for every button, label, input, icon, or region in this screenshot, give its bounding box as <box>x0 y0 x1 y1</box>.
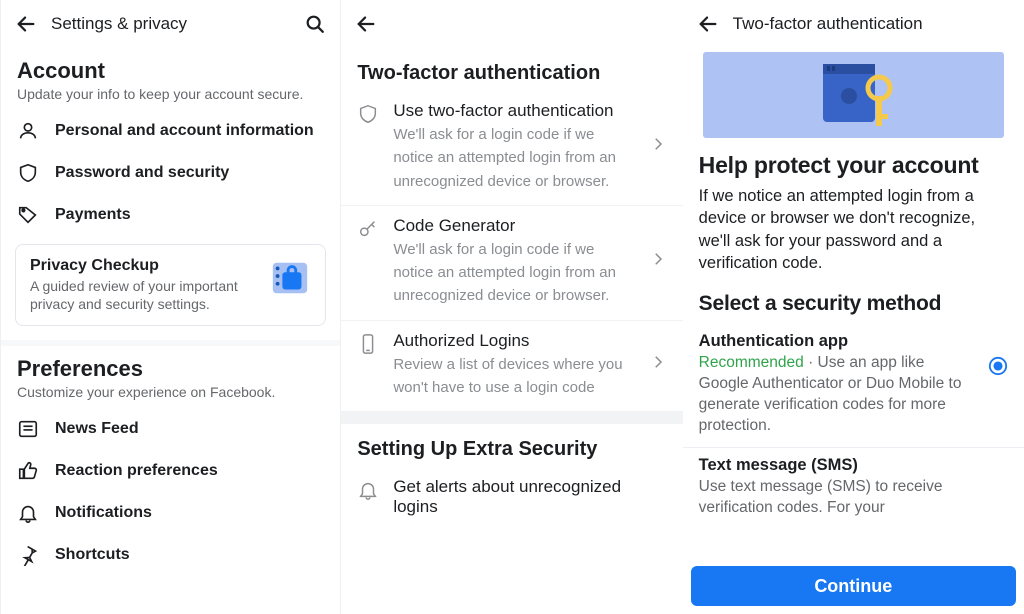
page-title: Settings & privacy <box>51 14 290 34</box>
sep: · <box>804 354 818 371</box>
method-sms[interactable]: Text message (SMS) Use text message (SMS… <box>683 448 1024 529</box>
row-reaction-preferences[interactable]: Reaction preferences <box>1 450 340 492</box>
account-subtext: Update your info to keep your account se… <box>1 86 340 110</box>
item-sub: Review a list of devices where you won't… <box>393 353 634 400</box>
back-icon[interactable] <box>15 13 37 35</box>
header <box>341 0 682 48</box>
feed-icon <box>17 418 39 440</box>
method-sub: Use text message (SMS) to receive verifi… <box>699 477 1008 519</box>
person-icon <box>17 120 39 142</box>
row-password-security[interactable]: Password and security <box>1 152 340 194</box>
security-panel: Two-factor authentication Use two-factor… <box>341 0 682 614</box>
row-get-alerts[interactable]: Get alerts about unrecognized logins <box>341 467 682 531</box>
back-icon[interactable] <box>355 13 377 35</box>
row-label: Payments <box>55 206 131 224</box>
account-heading-text: Account <box>17 58 324 84</box>
search-icon[interactable] <box>304 13 326 35</box>
card-sub: A guided review of your important privac… <box>30 277 255 313</box>
bell-icon <box>357 479 379 501</box>
privacy-checkup-card[interactable]: Privacy Checkup A guided review of your … <box>15 244 326 326</box>
tag-icon <box>17 204 39 226</box>
item-sub: We'll ask for a login code if we notice … <box>393 238 634 308</box>
headline: Help protect your account <box>683 138 1024 185</box>
chevron-right-icon <box>649 135 667 158</box>
method-title: Text message (SMS) <box>699 456 1008 475</box>
header: Settings & privacy <box>1 0 340 48</box>
lock-card-icon <box>269 257 311 299</box>
row-label: Personal and account information <box>55 122 314 140</box>
row-payments[interactable]: Payments <box>1 194 340 236</box>
description: If we notice an attempted login from a d… <box>683 185 1024 284</box>
item-title: Use two-factor authentication <box>393 101 634 121</box>
settings-panel: Settings & privacy Account Update your i… <box>0 0 341 614</box>
preferences-heading: Preferences <box>1 346 340 384</box>
section-divider <box>341 412 682 424</box>
bell-icon <box>17 502 39 524</box>
row-personal-info[interactable]: Personal and account information <box>1 110 340 152</box>
item-title: Code Generator <box>393 216 634 236</box>
radio-selected-icon[interactable] <box>988 356 1008 376</box>
hero-illustration <box>703 52 1004 138</box>
row-label: Reaction preferences <box>55 462 218 480</box>
shield-icon <box>17 162 39 184</box>
key-icon <box>357 218 379 240</box>
preferences-subtext: Customize your experience on Facebook. <box>1 384 340 408</box>
section-2fa-heading: Two-factor authentication <box>341 48 682 91</box>
card-title: Privacy Checkup <box>30 257 255 275</box>
header: Two-factor authentication <box>683 0 1024 48</box>
method-sub: Recommended · Use an app like Google Aut… <box>699 353 976 437</box>
preferences-heading-text: Preferences <box>17 356 324 382</box>
back-icon[interactable] <box>697 13 719 35</box>
thumb-icon <box>17 460 39 482</box>
method-title: Authentication app <box>699 332 976 351</box>
phone-icon <box>357 333 379 355</box>
row-label: Shortcuts <box>55 546 130 564</box>
row-code-generator[interactable]: Code Generator We'll ask for a login cod… <box>341 206 682 321</box>
item-sub: We'll ask for a login code if we notice … <box>393 123 634 193</box>
method-auth-app[interactable]: Authentication app Recommended · Use an … <box>683 324 1024 448</box>
row-use-2fa[interactable]: Use two-factor authentication We'll ask … <box>341 91 682 206</box>
row-label: Password and security <box>55 164 229 182</box>
item-title: Authorized Logins <box>393 331 634 351</box>
row-news-feed[interactable]: News Feed <box>1 408 340 450</box>
continue-button[interactable]: Continue <box>691 566 1016 606</box>
row-label: News Feed <box>55 420 139 438</box>
pin-icon <box>17 544 39 566</box>
recommended-label: Recommended <box>699 354 804 371</box>
row-label: Notifications <box>55 504 152 522</box>
chevron-right-icon <box>649 353 667 376</box>
row-authorized-logins[interactable]: Authorized Logins Review a list of devic… <box>341 321 682 413</box>
page-title: Two-factor authentication <box>733 14 1010 34</box>
twofa-setup-panel: Two-factor authentication Help protect y… <box>683 0 1024 614</box>
shield-icon <box>357 103 379 125</box>
section-extra-heading: Setting Up Extra Security <box>341 424 682 467</box>
row-shortcuts[interactable]: Shortcuts <box>1 534 340 576</box>
chevron-right-icon <box>649 250 667 273</box>
row-notifications[interactable]: Notifications <box>1 492 340 534</box>
account-heading: Account <box>1 48 340 86</box>
item-title: Get alerts about unrecognized logins <box>393 477 666 517</box>
select-method-heading: Select a security method <box>683 284 1024 324</box>
